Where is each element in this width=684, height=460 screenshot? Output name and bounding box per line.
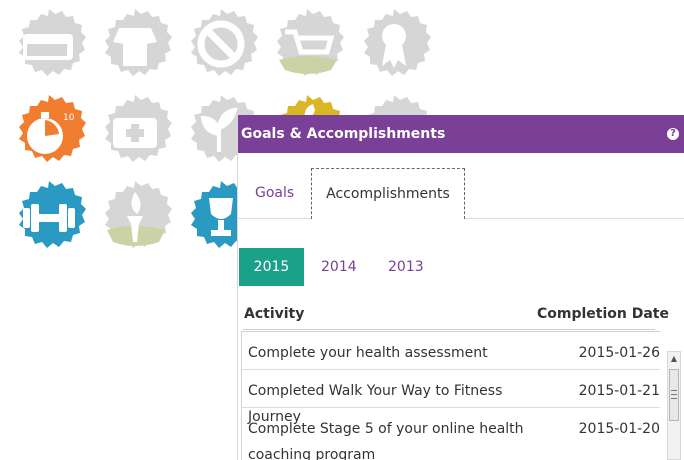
tab-goals[interactable]: Goals bbox=[255, 168, 294, 218]
table-row: Complete your health assessment 2015-01-… bbox=[242, 332, 660, 370]
column-header-activity[interactable]: Activity bbox=[244, 306, 304, 322]
tape-measure-icon[interactable] bbox=[11, 8, 87, 84]
panel-title: Goals & Accomplishments bbox=[241, 126, 446, 142]
activity-cell: Complete Stage 5 of your online health c… bbox=[248, 421, 524, 460]
table-scrollbar[interactable]: ▲ bbox=[667, 351, 681, 460]
dumbbell-icon[interactable] bbox=[11, 180, 87, 256]
date-cell: 2015-01-26 bbox=[578, 345, 660, 361]
year-2014-button[interactable]: 2014 bbox=[321, 248, 357, 286]
help-icon[interactable]: ? bbox=[667, 128, 679, 140]
shopping-cart-icon[interactable] bbox=[269, 8, 345, 84]
no-sign-icon[interactable] bbox=[183, 8, 259, 84]
year-2013-button[interactable]: 2013 bbox=[388, 248, 424, 286]
accomplishments-table: Complete your health assessment 2015-01-… bbox=[241, 331, 660, 460]
tab-accomplishments[interactable]: Accomplishments bbox=[311, 168, 465, 219]
goals-accomplishments-panel: Goals & Accomplishments ? Goals Accompli… bbox=[237, 115, 684, 460]
svg-text:10: 10 bbox=[63, 113, 75, 123]
scroll-up-icon[interactable]: ▲ bbox=[668, 352, 680, 366]
year-2015-button[interactable]: 2015 bbox=[239, 248, 304, 286]
stopwatch-icon[interactable]: 10 bbox=[11, 94, 87, 170]
panel-header: Goals & Accomplishments ? bbox=[238, 115, 684, 153]
date-cell: 2015-01-20 bbox=[578, 421, 660, 437]
date-cell: 2015-01-21 bbox=[578, 383, 660, 399]
chef-icon[interactable] bbox=[97, 8, 173, 84]
tab-bar: Goals Accomplishments bbox=[238, 168, 684, 219]
scroll-thumb[interactable] bbox=[669, 369, 679, 421]
table-header: Activity Completion Date bbox=[243, 305, 669, 330]
table-row: Completed Walk Your Way to Fitness Journ… bbox=[242, 370, 660, 425]
column-header-completion-date[interactable]: Completion Date bbox=[537, 306, 669, 322]
first-aid-icon[interactable] bbox=[97, 94, 173, 170]
torch-icon[interactable] bbox=[97, 180, 173, 256]
table-row: Complete Stage 5 of your online health c… bbox=[242, 408, 660, 460]
ribbon-icon[interactable] bbox=[356, 8, 432, 84]
activity-cell: Complete your health assessment bbox=[248, 345, 488, 361]
